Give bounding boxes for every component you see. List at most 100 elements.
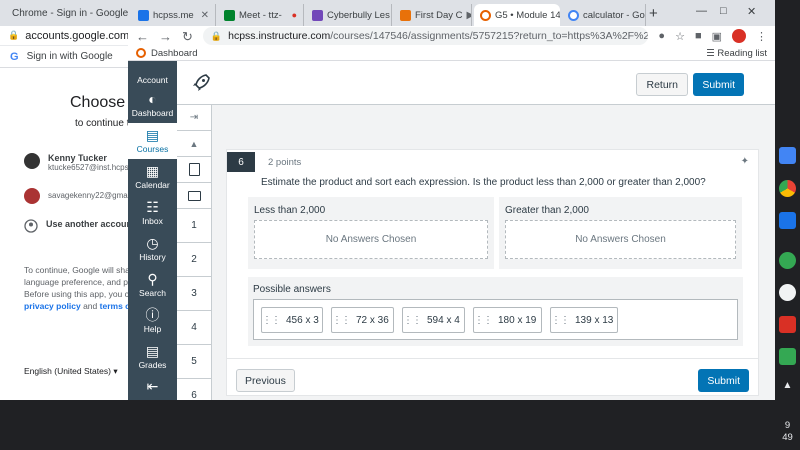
use-another-account[interactable]: Use another account — [24, 219, 135, 233]
submit-top-button[interactable]: Submit — [693, 73, 744, 96]
nav-search[interactable]: ⚲ Search — [128, 267, 177, 303]
question-nav-5[interactable]: 5 — [177, 345, 211, 379]
answer-label: 456 x 3 — [286, 314, 319, 326]
tab-module-14[interactable]: G5 • Module 14 — [474, 4, 560, 26]
tab-meet[interactable]: Meet - ttz- ● — [218, 4, 304, 26]
dropdown-arrow-icon: ▾ — [113, 366, 118, 376]
url-host: hcpss.instructure.com — [228, 30, 331, 42]
language-label: English (United States) — [24, 366, 111, 376]
files-app-icon[interactable] — [779, 212, 796, 229]
mini-view-button[interactable] — [177, 157, 211, 183]
calendar-icon: ▦ — [145, 163, 160, 179]
drop-zone-greater-than[interactable]: No Answers Chosen — [505, 220, 736, 259]
desktop-background — [0, 400, 775, 450]
lock-icon: 🔒 — [8, 30, 20, 40]
expand-arrow-icon: ⇥ — [189, 112, 199, 123]
answer-chip[interactable]: ⋮⋮ 456 x 3 — [261, 307, 323, 333]
possible-answers: Possible answers ⋮⋮ 456 x 3 ⋮⋮ 72 x 36 ⋮… — [248, 277, 743, 346]
account-item-savage[interactable]: savagekenny22@gmail.co — [24, 188, 142, 204]
minimize-icon[interactable]: — — [696, 5, 707, 17]
nav-dashboard[interactable]: ◐ Dashboard — [128, 87, 177, 123]
play-store-app-icon[interactable] — [779, 252, 796, 269]
address-bar[interactable]: 🔒 hcpss.instructure.com/courses/147546/a… — [202, 27, 649, 45]
maximize-icon[interactable]: □ — [720, 5, 727, 17]
question-nav-3[interactable]: 3 — [177, 277, 211, 311]
tab-hcpss-me[interactable]: hcpss.me ✕ — [132, 4, 216, 26]
app-icon[interactable] — [779, 348, 796, 365]
nav-label: Account — [137, 75, 168, 85]
close-icon[interactable]: ✕ — [201, 10, 209, 21]
bookmark-dashboard[interactable]: Dashboard — [151, 48, 197, 59]
previous-button[interactable]: Previous — [236, 369, 295, 392]
back-icon[interactable]: ← — [136, 30, 149, 43]
inbox-icon: ☷ — [146, 199, 159, 215]
collapse-nav-icon[interactable]: ⇤ — [128, 372, 177, 400]
list-icon — [187, 190, 201, 201]
tab-cyberbully[interactable]: Cyberbully Les — [306, 4, 392, 26]
drop-zone-less-than[interactable]: No Answers Chosen — [254, 220, 488, 259]
pinned-button[interactable]: ▲ — [177, 131, 211, 157]
search-icon: ⚲ — [147, 271, 158, 287]
answer-chip[interactable]: ⋮⋮ 594 x 4 — [402, 307, 465, 333]
docs-app-icon[interactable] — [779, 147, 796, 164]
nav-account[interactable]: Account — [128, 61, 177, 87]
tab-calculator[interactable]: calculator - Go — [562, 4, 646, 26]
drag-handle-icon: ⋮⋮ — [551, 314, 570, 326]
pin-question-icon[interactable]: ✦ — [741, 156, 749, 167]
location-icon[interactable]: ● — [658, 30, 665, 42]
document-icon — [188, 163, 200, 176]
language-select[interactable]: English (United States) ▾ — [24, 366, 118, 377]
possible-answers-label: Possible answers — [253, 284, 331, 295]
app-icon[interactable] — [779, 284, 796, 301]
chrome-app-icon[interactable] — [779, 180, 796, 197]
answer-label: 594 x 4 — [427, 314, 460, 326]
clock-hour[interactable]: 9 — [775, 420, 800, 431]
help-icon: ⓘ — [145, 307, 160, 323]
extension-icon[interactable]: ■ — [695, 30, 702, 42]
tab-first-day[interactable]: First Day C ▶ — [394, 4, 472, 26]
app-icon[interactable] — [779, 316, 796, 333]
tab-title: hcpss.me — [153, 9, 194, 21]
consent-line: Before using this app, you ca — [24, 289, 134, 299]
wifi-icon[interactable]: ▲ — [775, 380, 800, 391]
answer-chip[interactable]: ⋮⋮ 139 x 13 — [550, 307, 618, 333]
nav-courses[interactable]: ▤ Courses — [128, 123, 177, 159]
privacy-policy-link[interactable]: privacy policy — [24, 301, 81, 311]
nav-label: Help — [143, 324, 162, 334]
close-window-icon[interactable]: ✕ — [747, 5, 756, 18]
reload-icon[interactable]: ↻ — [182, 30, 193, 43]
answer-chip[interactable]: ⋮⋮ 72 x 36 — [331, 307, 394, 333]
puzzle-icon[interactable]: ▣ — [712, 30, 722, 43]
answer-chip[interactable]: ⋮⋮ 180 x 19 — [473, 307, 542, 333]
question-nav-2[interactable]: 2 — [177, 243, 211, 277]
question-nav: ⇥ ▲ 1 2 3 4 5 6 — [177, 105, 212, 400]
menu-icon[interactable]: ⋮ — [756, 30, 767, 43]
question-nav-6[interactable]: 6 — [177, 379, 211, 400]
nav-inbox[interactable]: ☷ Inbox — [128, 195, 177, 231]
answer-label: 180 x 19 — [498, 314, 537, 326]
star-icon[interactable]: ☆ — [675, 30, 685, 43]
google-url-bar[interactable]: 🔒 accounts.google.com/o/oaut — [0, 26, 163, 46]
return-button[interactable]: Return — [636, 73, 688, 96]
account-item-kenny[interactable]: Kenny Tucker ktucke6527@inst.hcpss.o — [24, 153, 139, 172]
question-nav-1[interactable]: 1 — [177, 209, 211, 243]
nav-label: Inbox — [142, 216, 163, 226]
drag-handle-icon: ⋮⋮ — [332, 314, 351, 326]
expand-nav-button[interactable]: ⇥ — [177, 105, 211, 131]
nav-grades[interactable]: ▤ Grades — [128, 339, 177, 375]
question-divider — [227, 358, 758, 359]
new-tab-icon[interactable]: + — [649, 5, 658, 22]
question-text: Estimate the product and sort each expre… — [261, 177, 706, 188]
google-tab[interactable]: Chrome - Sign in - Google Accounts — [0, 0, 172, 26]
nav-history[interactable]: ◷ History — [128, 231, 177, 267]
submit-button[interactable]: Submit — [698, 369, 749, 392]
forward-icon[interactable]: → — [159, 30, 172, 43]
list-view-button[interactable] — [177, 183, 211, 209]
nav-calendar[interactable]: ▦ Calendar — [128, 159, 177, 195]
question-nav-4[interactable]: 4 — [177, 311, 211, 345]
clock-minute[interactable]: 49 — [775, 432, 800, 443]
account-circle-icon — [24, 219, 38, 233]
nav-help[interactable]: ⓘ Help — [128, 303, 177, 339]
profile-avatar[interactable] — [732, 29, 746, 43]
reading-list[interactable]: ☰ Reading list — [706, 48, 767, 59]
